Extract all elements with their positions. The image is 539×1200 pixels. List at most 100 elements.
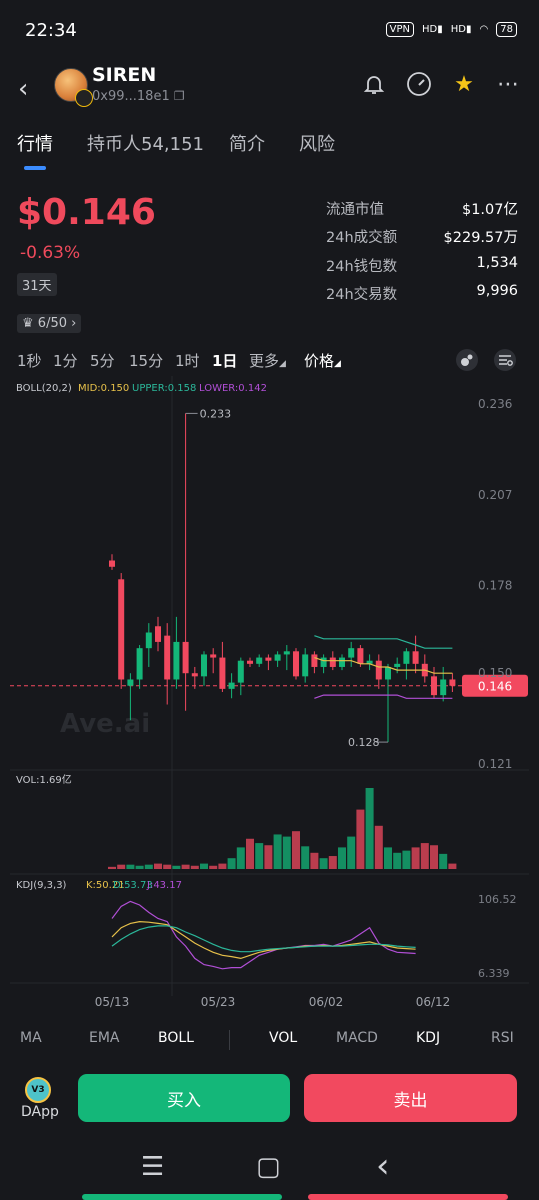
chevron-left-icon[interactable]: ‹ xyxy=(18,74,28,104)
dropdown-icon: ◢ xyxy=(279,359,286,369)
volume-bar xyxy=(264,845,273,869)
token-address[interactable]: 0x99...18e1 ❐ xyxy=(92,89,185,104)
candle-body xyxy=(283,651,290,655)
volume-bar xyxy=(374,825,383,869)
crown-icon: ♛ xyxy=(22,316,34,331)
volume-bar xyxy=(209,865,218,869)
volume-bar xyxy=(163,864,172,869)
stat-row: 24h钱包数 1,534 xyxy=(326,254,518,275)
interval-selector: 1秒 1分 5分 15分 1时 1日 更多◢ 价格◢ xyxy=(0,348,539,376)
candle-body xyxy=(375,660,382,680)
candle-body xyxy=(256,657,263,664)
home-icon[interactable]: ▢ xyxy=(256,1152,281,1182)
indicator-ema[interactable]: EMA xyxy=(89,1030,120,1046)
dropdown-icon: ◢ xyxy=(334,359,341,369)
chart-settings-icon[interactable] xyxy=(493,348,517,376)
volume-label: VOL:1.69亿 xyxy=(16,773,72,786)
stats-panel: 流通市值 $1.07亿 24h成交额 $229.57万 24h钱包数 1,534 24… xyxy=(326,198,518,311)
tab-holders[interactable]: 持币人54,151 xyxy=(87,130,204,156)
back-icon[interactable]: ‹ xyxy=(376,1146,390,1186)
volume-bar xyxy=(384,847,392,869)
price-axis-tick: 0.121 xyxy=(478,757,512,771)
volume-bar xyxy=(117,864,126,869)
more-icon[interactable]: ⋯ xyxy=(494,70,522,98)
indicator-macd[interactable]: MACD xyxy=(336,1030,378,1046)
volume-bar xyxy=(411,847,420,869)
menu-icon[interactable]: ☰ xyxy=(141,1152,164,1182)
candle-body xyxy=(109,560,115,567)
price-mode[interactable]: 价格◢ xyxy=(304,350,341,371)
price-axis-tick: 0.207 xyxy=(478,488,512,502)
volume-bar xyxy=(420,843,429,869)
copy-icon[interactable]: ❐ xyxy=(174,89,185,103)
token-tabs: 行情 持币人54,151 简介 风险 xyxy=(0,130,539,172)
tab-intro[interactable]: 简介 xyxy=(229,130,265,156)
high-label: 0.233 xyxy=(200,407,232,420)
volume-bar xyxy=(190,865,199,869)
candle-body xyxy=(320,657,327,667)
status-icons: VPN HD▮ HD▮ ◠ 78 xyxy=(385,22,517,37)
interval-5m[interactable]: 5分 xyxy=(90,350,115,371)
indicator-settings-icon[interactable] xyxy=(455,348,479,376)
interval-1h[interactable]: 1时 xyxy=(175,350,200,371)
current-price-tag-label: 0.146 xyxy=(478,680,512,694)
sell-button-shadow xyxy=(308,1194,508,1200)
speedometer-icon[interactable] xyxy=(405,70,433,98)
interval-15m[interactable]: 15分 xyxy=(129,350,163,371)
buy-button[interactable]: 买入 xyxy=(78,1074,290,1122)
dapp-icon[interactable]: V3 xyxy=(25,1077,51,1103)
candle-body xyxy=(182,641,189,674)
wifi-icon: ◠ xyxy=(479,24,489,35)
indicator-rsi[interactable]: RSI xyxy=(491,1030,514,1046)
buy-button-shadow xyxy=(82,1194,282,1200)
token-avatar xyxy=(54,68,93,107)
indicator-boll[interactable]: BOLL xyxy=(158,1030,194,1046)
volume-bar xyxy=(135,865,144,869)
date-tick: 06/02 xyxy=(309,995,344,1009)
indicator-ma[interactable]: MA xyxy=(20,1030,42,1046)
kdj-label: KDJ(9,3,3) xyxy=(16,880,67,891)
volume-bar xyxy=(301,846,310,869)
chain-badge-icon xyxy=(75,89,93,107)
interval-1m[interactable]: 1分 xyxy=(53,350,78,371)
volume-bar xyxy=(328,856,337,869)
price-axis-tick: 0.236 xyxy=(478,397,512,411)
interval-1d[interactable]: 1日 xyxy=(212,350,237,371)
star-icon[interactable]: ★ xyxy=(450,70,478,98)
candle-body xyxy=(329,657,336,667)
indicator-vol[interactable]: VOL xyxy=(269,1030,297,1046)
price-chart[interactable]: BOLL(20,2) MID:0.150 UPPER:0.158 LOWER:0… xyxy=(0,376,539,1016)
volume-bar xyxy=(227,858,236,869)
kdj-k-line xyxy=(111,920,416,960)
candle-body xyxy=(210,654,217,658)
sell-button[interactable]: 卖出 xyxy=(304,1074,517,1122)
volume-bar xyxy=(126,864,135,869)
price-change: -0.63% xyxy=(20,243,81,263)
interval-1s[interactable]: 1秒 xyxy=(17,350,42,371)
volume-bar xyxy=(154,863,162,869)
candle-body xyxy=(293,651,299,677)
signal-icon: HD▮ xyxy=(422,24,443,35)
tab-indicator xyxy=(24,166,46,170)
date-tick: 05/23 xyxy=(201,995,236,1009)
vpn-badge: VPN xyxy=(385,22,415,37)
candle-body xyxy=(302,654,309,677)
candle-body xyxy=(136,648,143,680)
volume-bar xyxy=(430,845,438,869)
rank-badge[interactable]: ♛ 6/50 › xyxy=(17,314,82,333)
tab-market[interactable]: 行情 xyxy=(17,130,53,156)
volume-bar xyxy=(347,836,356,869)
volume-bar xyxy=(144,864,153,869)
tab-risk[interactable]: 风险 xyxy=(299,130,335,156)
boll-label: BOLL(20,2) xyxy=(16,383,72,394)
bell-icon[interactable] xyxy=(360,70,388,98)
candle-body xyxy=(265,657,272,661)
volume-bar xyxy=(246,838,254,869)
interval-more[interactable]: 更多◢ xyxy=(249,350,286,371)
boll-upper-line xyxy=(314,635,453,649)
dapp-label[interactable]: DApp xyxy=(21,1104,59,1120)
indicator-kdj[interactable]: KDJ xyxy=(416,1030,440,1046)
stat-row: 24h交易数 9,996 xyxy=(326,282,518,303)
candle-body xyxy=(219,657,226,689)
divider xyxy=(229,1030,230,1050)
